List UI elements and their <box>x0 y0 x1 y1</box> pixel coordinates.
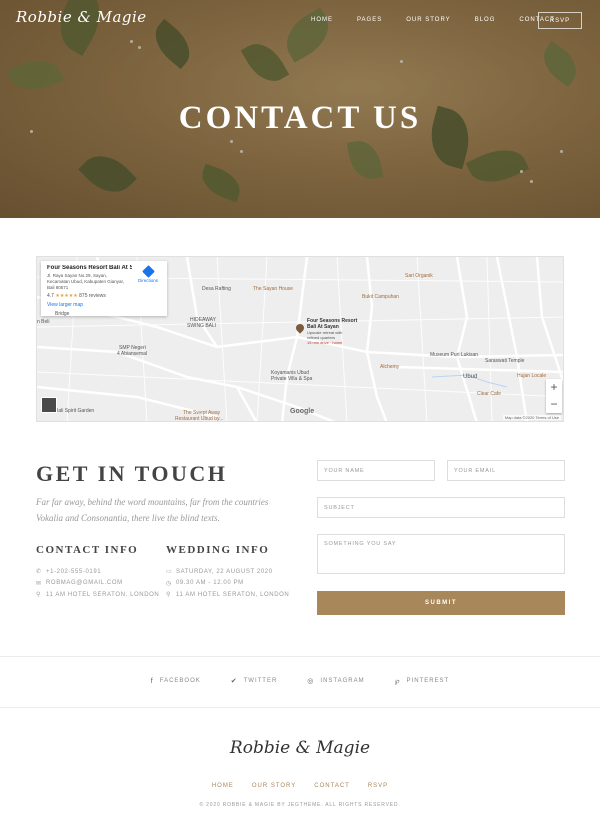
contact-email-text: ROBMAG@GMAIL.COM <box>46 580 123 587</box>
social-instagram[interactable]: ◎ INSTAGRAM <box>307 677 364 685</box>
contact-info-list: ✆ +1-202-555-0191 ✉ ROBMAG@GMAIL.COM ⚲ 11 A… <box>36 566 159 601</box>
wedding-date-text: SATURDAY, 22 AUGUST 2020 <box>176 568 273 575</box>
wedding-location: ⚲ 11 AM HOTEL SERATON, LONDON <box>166 589 289 601</box>
wedding-info-list: ▭ SATURDAY, 22 AUGUST 2020 ◷ 09.30 AM - 12… <box>166 566 289 601</box>
footer-nav-rsvp[interactable]: RSVP <box>368 783 388 789</box>
map-layer-toggle[interactable] <box>41 397 57 413</box>
footer-nav: HOME OUR STORY CONTACT RSVP <box>0 783 600 789</box>
location-icon: ⚲ <box>166 592 171 599</box>
footer-logo[interactable]: Robbie & Magie <box>0 738 600 758</box>
facebook-icon: f <box>150 677 154 685</box>
map-label: Restaurant Ubud by... <box>175 416 224 422</box>
contact-email[interactable]: ✉ ROBMAG@GMAIL.COM <box>36 578 159 590</box>
contact-info-heading: CONTACT INFO <box>36 544 139 556</box>
divider <box>0 656 600 657</box>
wedding-time-text: 09.30 AM - 12.00 PM <box>176 580 244 587</box>
map-label: Ubud <box>463 374 478 380</box>
copyright: © 2020 ROBBIE & MAGIE BY JEGTHEME. ALL R… <box>199 802 401 808</box>
nav-home[interactable]: HOME <box>311 16 333 24</box>
map-label: Museum Puri Lukisan <box>430 352 479 358</box>
social-pinterest-label: PINTEREST <box>406 678 450 684</box>
map-label: 4 Abiansemal <box>117 351 148 357</box>
map-embed[interactable]: Four Seasons Resort Bali At S... Jl. Ray… <box>36 256 564 422</box>
map-label: 15 min drive · home <box>307 340 343 345</box>
google-logo: Google <box>290 408 315 415</box>
map-place-name: Four Seasons Resort Bali At S... <box>47 265 132 271</box>
calendar-icon: ▭ <box>166 569 173 576</box>
social-pinterest[interactable]: ℘ PINTEREST <box>395 677 450 685</box>
map-label: Bali Spirit Garden <box>55 408 95 414</box>
map-label: Hujan Locale <box>517 373 547 379</box>
zoom-out-button[interactable]: − <box>549 397 559 411</box>
social-facebook-label: FACEBOOK <box>159 678 201 684</box>
map-label: Sari Organik <box>405 273 433 279</box>
email-icon: ✉ <box>36 580 42 587</box>
location-icon: ⚲ <box>36 592 41 599</box>
map-label: SWING BALI <box>187 323 217 329</box>
social-twitter-label: TWITTER <box>243 678 278 684</box>
site-logo[interactable]: Robbie & Magie <box>16 8 147 26</box>
contact-address: ⚲ 11 AM HOTEL SERATON, LONDON <box>36 589 159 601</box>
get-in-touch-heading: GET IN TOUCH <box>36 461 228 486</box>
pinterest-icon: ℘ <box>394 678 401 685</box>
map-label: Private Villa & Spa <box>271 376 313 382</box>
divider <box>0 707 600 708</box>
nav-our-story[interactable]: OUR STORY <box>406 16 450 24</box>
rating-reviews-link[interactable]: 875 reviews <box>79 293 106 299</box>
rating-value: 4.7 <box>47 293 54 299</box>
rating-stars: ★★★★★ <box>55 293 78 299</box>
map-place-address: Jl. Raya Sayan No.29, Sayan, Kecamatan U… <box>47 273 125 290</box>
instagram-icon: ◎ <box>307 678 315 685</box>
wedding-info-heading: WEDDING INFO <box>166 544 270 556</box>
social-twitter[interactable]: ✔ TWITTER <box>231 677 278 685</box>
social-facebook[interactable]: f FACEBOOK <box>151 677 201 685</box>
submit-button[interactable]: SUBMIT <box>317 591 565 615</box>
zoom-in-button[interactable]: + <box>549 380 559 394</box>
social-links: f FACEBOOK ✔ TWITTER ◎ INSTAGRAM ℘ PINTEREST <box>0 677 600 686</box>
clock-icon: ◷ <box>166 580 172 587</box>
map-label: Alchemy <box>380 364 400 370</box>
footer-nav-our-story[interactable]: OUR STORY <box>252 783 296 789</box>
map-label: Clear Cafe <box>477 391 501 397</box>
map-place-card: Four Seasons Resort Bali At S... Jl. Ray… <box>41 261 167 316</box>
directions-label: Directions <box>137 278 158 283</box>
view-larger-map-link[interactable]: View larger map <box>47 302 161 308</box>
map-attribution[interactable]: Map data ©2020 Terms of Use <box>502 415 561 420</box>
get-in-touch-text: Far far away, behind the word mountains,… <box>36 497 269 523</box>
nav-blog[interactable]: BLOG <box>475 16 496 24</box>
rsvp-button[interactable]: RSVP <box>538 12 582 29</box>
map-label: Bukit Campuhan <box>362 294 399 300</box>
twitter-icon: ✔ <box>230 678 238 685</box>
wedding-location-text: 11 AM HOTEL SERATON, LONDON <box>176 591 290 598</box>
directions-icon <box>141 265 155 278</box>
map-label: n Beli <box>37 319 50 325</box>
footer-nav-home[interactable]: HOME <box>212 783 234 789</box>
contact-phone[interactable]: ✆ +1-202-555-0191 <box>36 566 159 578</box>
name-input[interactable] <box>317 460 435 481</box>
social-instagram-label: INSTAGRAM <box>320 678 365 684</box>
map-place-rating: 4.7 ★★★★★ 875 reviews <box>47 293 161 299</box>
directions-button[interactable]: Directions <box>135 265 161 283</box>
map-label: Bridge <box>55 311 70 317</box>
map-label: Saraswati Temple <box>485 358 525 364</box>
map-label: Desa Rafting <box>202 286 231 292</box>
wedding-date: ▭ SATURDAY, 22 AUGUST 2020 <box>166 566 289 578</box>
page-title: CONTACT US <box>178 100 422 136</box>
message-textarea[interactable] <box>317 534 565 574</box>
email-input[interactable] <box>447 460 565 481</box>
contact-address-text: 11 AM HOTEL SERATON, LONDON <box>46 591 160 598</box>
map-label: The Sayan House <box>253 286 294 292</box>
footer-nav-contact[interactable]: CONTACT <box>314 783 350 789</box>
wedding-time: ◷ 09.30 AM - 12.00 PM <box>166 578 289 590</box>
phone-icon: ✆ <box>36 569 42 576</box>
contact-phone-text: +1-202-555-0191 <box>46 568 102 575</box>
nav-pages[interactable]: PAGES <box>357 16 382 24</box>
subject-input[interactable] <box>317 497 565 518</box>
